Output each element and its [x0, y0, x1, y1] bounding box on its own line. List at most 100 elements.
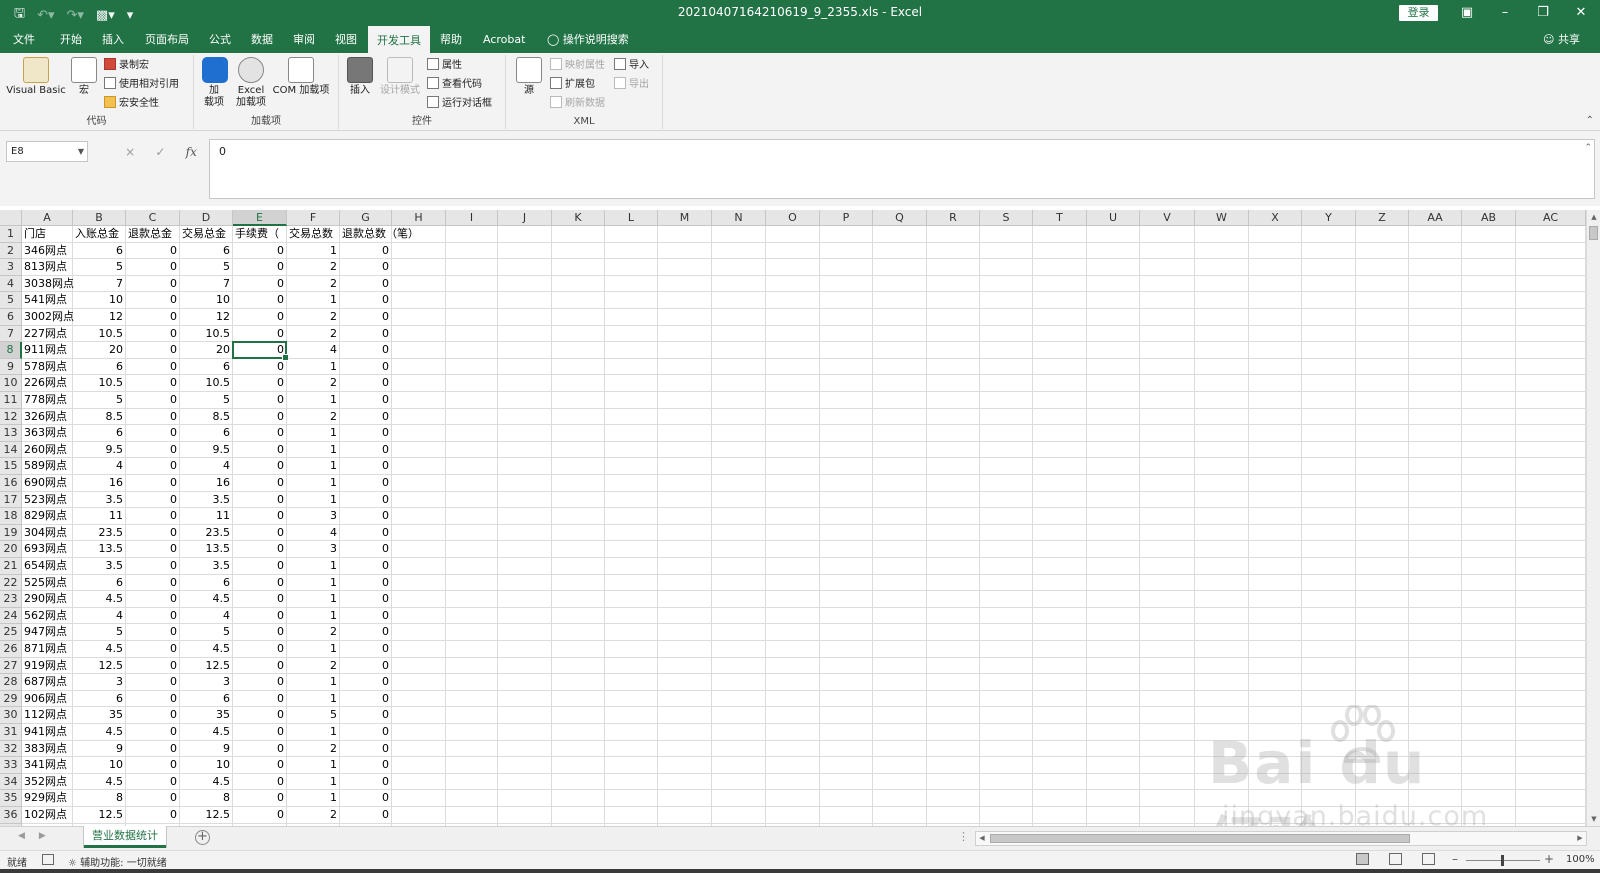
cell[interactable]: [605, 491, 658, 509]
cell[interactable]: [605, 690, 658, 708]
cell[interactable]: [1356, 275, 1409, 293]
cell[interactable]: [1195, 375, 1249, 392]
cell[interactable]: [873, 591, 927, 608]
value-cell[interactable]: 5: [180, 392, 233, 409]
cell[interactable]: [658, 607, 712, 625]
cell[interactable]: [1356, 475, 1409, 492]
cell[interactable]: [1249, 790, 1302, 807]
cell[interactable]: [1249, 259, 1302, 276]
cell[interactable]: [1033, 358, 1087, 376]
cell[interactable]: [712, 441, 766, 459]
value-cell[interactable]: 0: [233, 657, 287, 675]
value-cell[interactable]: 4.5: [180, 591, 233, 608]
cell[interactable]: [1249, 458, 1302, 475]
value-cell[interactable]: 2: [287, 807, 340, 824]
cell[interactable]: [1462, 425, 1516, 442]
cell[interactable]: [1140, 641, 1195, 658]
cell[interactable]: [552, 773, 605, 791]
value-cell[interactable]: 4.5: [180, 773, 233, 791]
cell[interactable]: [1302, 325, 1356, 343]
tab-developer[interactable]: 开发工具: [368, 26, 430, 53]
cell[interactable]: [873, 740, 927, 758]
tab-split-handle[interactable]: ⋮: [958, 830, 969, 843]
value-cell[interactable]: 0: [233, 325, 287, 343]
store-name-cell[interactable]: 363网点: [22, 425, 73, 442]
cell[interactable]: [712, 242, 766, 260]
value-cell[interactable]: 0: [233, 541, 287, 558]
cell[interactable]: [1302, 524, 1356, 542]
cell[interactable]: [552, 275, 605, 293]
value-cell[interactable]: 0: [340, 674, 392, 691]
value-cell[interactable]: 0: [126, 641, 180, 658]
tab-file[interactable]: 文件: [4, 26, 44, 53]
cell[interactable]: [1140, 358, 1195, 376]
cell[interactable]: [1249, 408, 1302, 426]
store-name-cell[interactable]: 778网点: [22, 392, 73, 409]
cell[interactable]: [1302, 558, 1356, 575]
cell[interactable]: [927, 757, 980, 774]
cell[interactable]: [392, 458, 446, 475]
cell[interactable]: [498, 674, 552, 691]
cell[interactable]: [712, 707, 766, 724]
relative-reference-button[interactable]: 使用相对引用: [104, 76, 179, 94]
value-cell[interactable]: 0: [233, 740, 287, 758]
cell[interactable]: [1195, 574, 1249, 592]
value-cell[interactable]: 0: [340, 807, 392, 824]
cell[interactable]: [766, 226, 820, 243]
cell[interactable]: [927, 425, 980, 442]
cell[interactable]: [1516, 624, 1586, 641]
value-cell[interactable]: 0: [340, 773, 392, 791]
xml-import-button[interactable]: 导入: [614, 57, 649, 75]
cell[interactable]: [658, 342, 712, 359]
value-cell[interactable]: 0: [340, 309, 392, 326]
cell[interactable]: [392, 475, 446, 492]
cell[interactable]: [1140, 707, 1195, 724]
value-cell[interactable]: 0: [340, 790, 392, 807]
cell[interactable]: [392, 259, 446, 276]
cell[interactable]: [712, 325, 766, 343]
value-cell[interactable]: 0: [233, 807, 287, 824]
cell[interactable]: [1409, 491, 1462, 509]
cell[interactable]: [1140, 591, 1195, 608]
cell[interactable]: [1462, 292, 1516, 309]
cell[interactable]: [766, 392, 820, 409]
value-cell[interactable]: 0: [340, 591, 392, 608]
cell[interactable]: [1356, 226, 1409, 243]
value-cell[interactable]: 0: [340, 392, 392, 409]
value-cell[interactable]: 0: [340, 724, 392, 741]
value-cell[interactable]: 0: [340, 558, 392, 575]
cell[interactable]: [712, 641, 766, 658]
cell[interactable]: [820, 591, 873, 608]
value-cell[interactable]: 6: [180, 574, 233, 592]
cell[interactable]: [1195, 508, 1249, 525]
cell[interactable]: [1249, 242, 1302, 260]
cell[interactable]: [927, 358, 980, 376]
value-cell[interactable]: 0: [233, 458, 287, 475]
cell[interactable]: [1462, 607, 1516, 625]
cell[interactable]: [1195, 790, 1249, 807]
value-cell[interactable]: 2: [287, 740, 340, 758]
cell[interactable]: [658, 375, 712, 392]
store-name-cell[interactable]: 352网点: [22, 773, 73, 791]
cell[interactable]: [1302, 259, 1356, 276]
value-cell[interactable]: 6: [73, 574, 126, 592]
cell[interactable]: [927, 591, 980, 608]
cell[interactable]: [1302, 607, 1356, 625]
value-cell[interactable]: 0: [126, 508, 180, 525]
cell[interactable]: [552, 657, 605, 675]
cell[interactable]: [498, 358, 552, 376]
cell[interactable]: [1462, 657, 1516, 675]
insert-function-icon[interactable]: fx: [186, 145, 197, 159]
cell[interactable]: [712, 591, 766, 608]
cell[interactable]: [392, 309, 446, 326]
cell[interactable]: [605, 657, 658, 675]
cell[interactable]: [980, 790, 1033, 807]
column-header-u[interactable]: U: [1087, 210, 1140, 226]
page-break-view-icon[interactable]: [1422, 853, 1435, 865]
cell[interactable]: [1516, 408, 1586, 426]
cell[interactable]: [446, 740, 498, 758]
cell[interactable]: [712, 790, 766, 807]
scroll-right-icon[interactable]: ▶: [1574, 832, 1586, 845]
value-cell[interactable]: 11: [73, 508, 126, 525]
column-header-m[interactable]: M: [658, 210, 712, 226]
